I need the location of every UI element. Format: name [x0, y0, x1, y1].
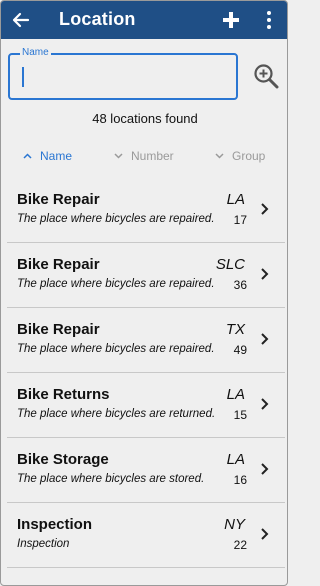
zoom-in-icon[interactable] [253, 63, 279, 89]
chevron-right-icon [261, 398, 269, 410]
app-frame: Location Name 48 locations found Name Nu… [0, 0, 288, 586]
back-arrow-icon[interactable] [11, 10, 31, 30]
location-description: The place where bicycles are stored. [17, 473, 205, 485]
row-divider [7, 242, 285, 243]
location-code: TX [225, 321, 245, 338]
chevron-down-icon [215, 153, 224, 159]
location-row[interactable]: Inspection NY Inspection 22 [1, 504, 287, 568]
location-number: 16 [233, 473, 247, 487]
page-title: Location [59, 9, 136, 29]
name-field-label: Name [20, 47, 51, 58]
chevron-right-icon [261, 463, 269, 475]
location-code: SLC [215, 256, 245, 273]
location-description: The place where bicycles are returned. [17, 408, 216, 420]
location-code: NY [224, 516, 245, 533]
results-count: 48 locations found [92, 111, 198, 126]
sort-by-number[interactable]: Number [114, 149, 174, 163]
chevron-right-icon [261, 203, 269, 215]
location-row[interactable]: Bike Repair SLC The place where bicycles… [1, 244, 287, 308]
chevron-right-icon [261, 528, 269, 540]
text-cursor [22, 67, 24, 87]
location-description: The place where bicycles are repaired. [17, 343, 215, 355]
location-number: 49 [233, 343, 247, 357]
location-description: The place where bicycles are repaired. [17, 278, 215, 290]
location-name: Bike Repair [17, 191, 100, 208]
location-name: Bike Repair [17, 256, 100, 273]
location-number: 22 [233, 538, 247, 552]
sort-by-name[interactable]: Name [23, 149, 72, 163]
sort-bar: Name Number Group [1, 149, 287, 169]
more-vert-icon[interactable] [263, 10, 275, 30]
sort-name-label: Name [40, 149, 73, 163]
location-description: Inspection [17, 538, 70, 550]
app-bar: Location [1, 1, 287, 39]
plus-icon[interactable] [221, 10, 241, 30]
location-row[interactable]: Bike Repair TX The place where bicycles … [1, 309, 287, 373]
row-divider [7, 307, 285, 308]
location-code: LA [226, 386, 245, 403]
location-row[interactable]: Bike Storage LA The place where bicycles… [1, 439, 287, 503]
location-code: LA [226, 451, 245, 468]
location-name: Bike Repair [17, 321, 100, 338]
sort-number-label: Number [131, 149, 174, 163]
location-code: LA [226, 191, 245, 208]
chevron-down-icon [114, 153, 123, 159]
row-divider [7, 502, 285, 503]
chevron-up-icon [23, 153, 32, 159]
location-name: Bike Storage [17, 451, 109, 468]
sort-by-group[interactable]: Group [215, 149, 265, 163]
row-divider [7, 437, 285, 438]
chevron-right-icon [261, 333, 269, 345]
chevron-right-icon [261, 268, 269, 280]
location-row[interactable]: Bike Returns LA The place where bicycles… [1, 374, 287, 438]
sort-group-label: Group [232, 149, 266, 163]
row-divider [7, 372, 285, 373]
location-name: Inspection [17, 516, 93, 533]
name-search-field[interactable]: Name [8, 47, 238, 100]
location-name: Bike Returns [17, 386, 110, 403]
location-row[interactable]: Bike Repair LA The place where bicycles … [1, 179, 287, 243]
location-description: The place where bicycles are repaired. [17, 213, 215, 225]
location-number: 36 [233, 278, 247, 292]
row-divider [7, 567, 285, 568]
location-number: 17 [233, 213, 247, 227]
location-number: 15 [233, 408, 247, 422]
